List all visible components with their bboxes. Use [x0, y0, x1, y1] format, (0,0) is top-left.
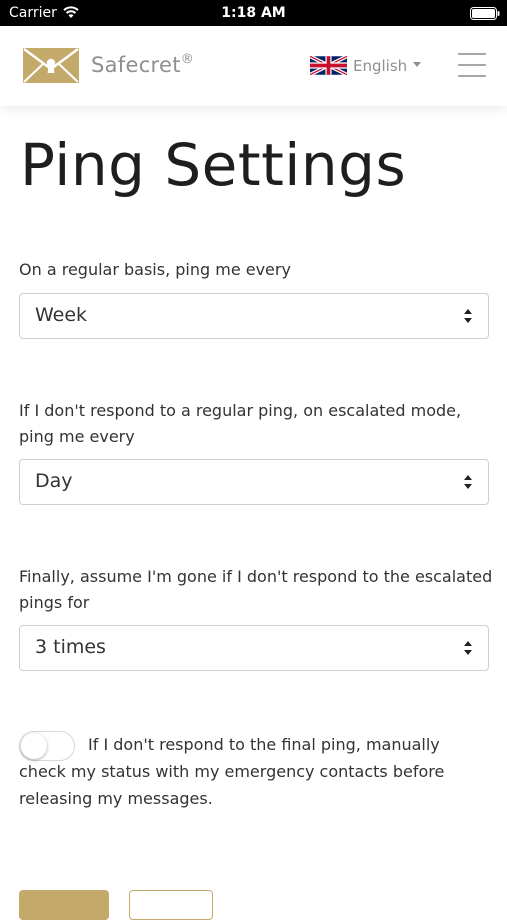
escalated-ping-value: Day — [35, 470, 73, 492]
brand-name[interactable]: Safecret® — [91, 52, 195, 77]
up-down-arrows-icon — [464, 641, 472, 655]
toggle-knob — [21, 733, 47, 759]
final-ping-select[interactable]: 3 times — [19, 625, 489, 671]
up-down-arrows-icon — [464, 309, 472, 323]
escalated-ping-select[interactable]: Day — [19, 459, 489, 505]
navbar: Safecret® English — [0, 26, 507, 106]
clock: 1:18 AM — [221, 5, 286, 21]
page-title: Ping Settings — [20, 131, 407, 199]
final-ping-label: Finally, assume I'm gone if I don't resp… — [19, 567, 493, 612]
regular-ping-label: On a regular basis, ping me every — [19, 260, 291, 279]
final-ping-value: 3 times — [35, 636, 106, 658]
manual-check-label: If I don't respond to the final ping, ma… — [19, 735, 445, 808]
envelope-keyhole-icon[interactable] — [23, 48, 79, 83]
up-down-arrows-icon — [464, 475, 472, 489]
save-button[interactable] — [19, 890, 109, 920]
manual-check-toggle[interactable] — [19, 731, 75, 761]
registered-mark: ® — [180, 52, 195, 67]
status-bar: Carrier 1:18 AM — [0, 0, 507, 26]
cancel-button[interactable] — [129, 890, 213, 920]
regular-ping-value: Week — [35, 304, 88, 326]
regular-ping-select[interactable]: Week — [19, 293, 489, 339]
escalated-ping-label: If I don't respond to a regular ping, on… — [19, 401, 462, 446]
language-selector[interactable]: English — [353, 57, 407, 75]
hamburger-menu-icon[interactable] — [458, 53, 486, 77]
uk-flag-icon[interactable] — [310, 56, 347, 75]
chevron-down-icon[interactable] — [413, 62, 421, 67]
battery-icon — [470, 7, 500, 20]
brand-text: Safecret — [91, 53, 181, 77]
